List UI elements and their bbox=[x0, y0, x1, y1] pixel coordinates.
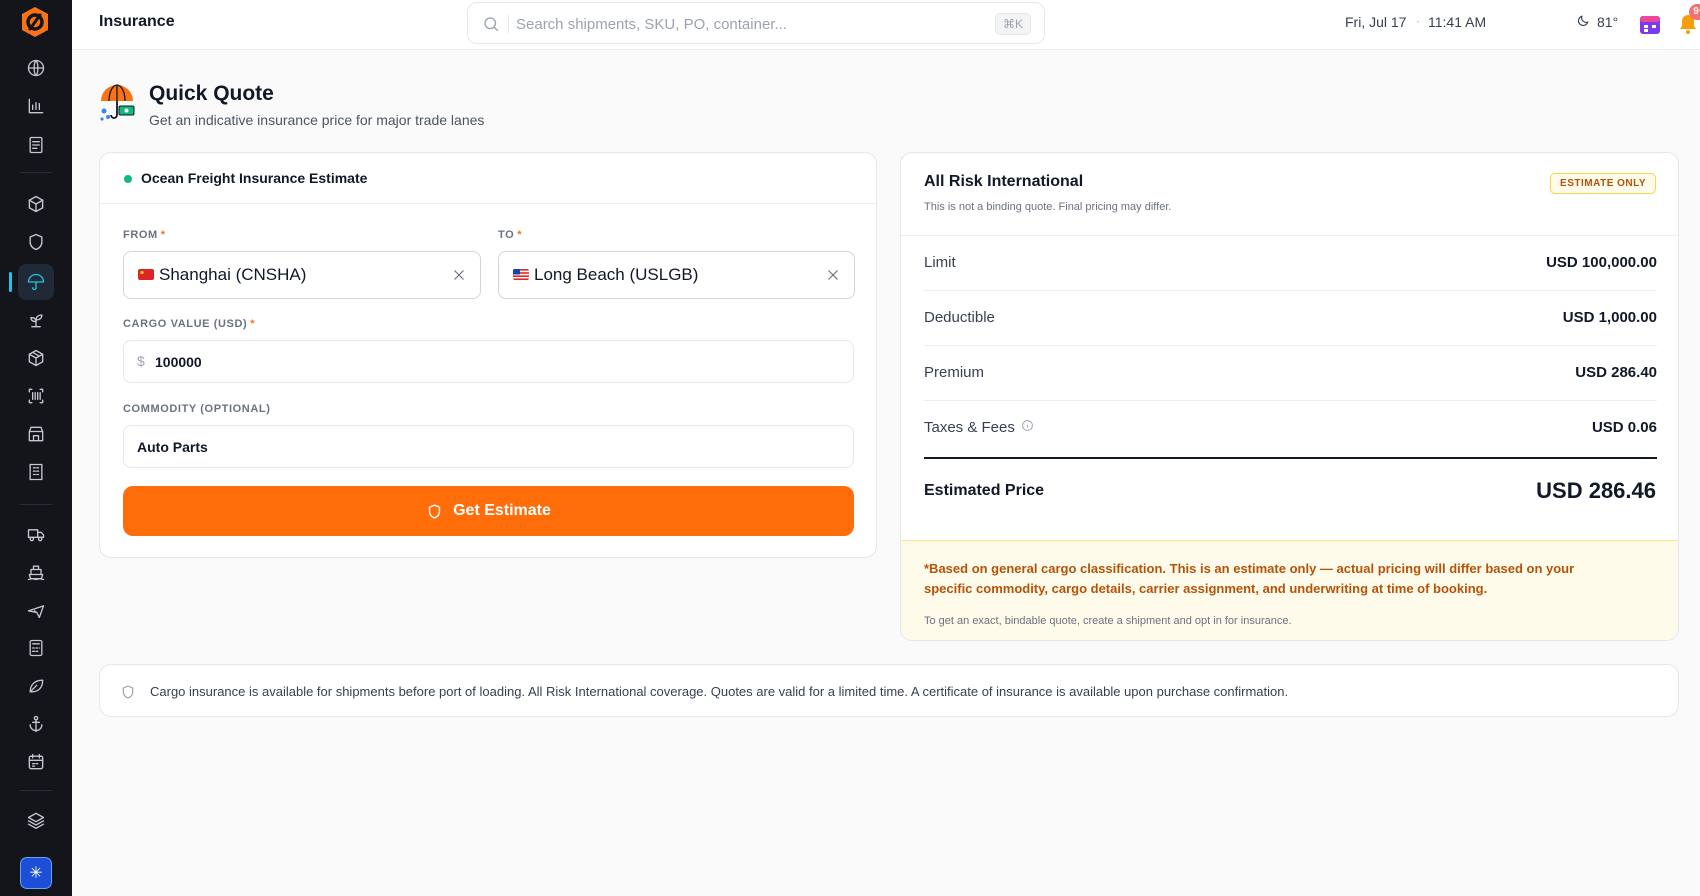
sidebar-item-ship-icon[interactable] bbox=[18, 554, 54, 590]
walmart-spark-icon[interactable]: ✳ bbox=[20, 857, 52, 889]
row-label: Premium bbox=[924, 364, 985, 381]
page-subtitle: Get an indicative insurance price for ma… bbox=[149, 112, 485, 128]
shield-icon bbox=[120, 684, 136, 700]
search-icon bbox=[482, 15, 500, 33]
commodity-input[interactable] bbox=[137, 436, 837, 458]
deductible-row: Deductible USD 1,000.00 bbox=[924, 291, 1657, 346]
global-search[interactable]: ⌘K bbox=[467, 2, 1045, 44]
insurance-umbrella-illustration-icon bbox=[98, 84, 136, 122]
sidebar-item-store-icon[interactable] bbox=[18, 416, 54, 452]
bindable-quote-hint: To get an exact, bindable quote, create … bbox=[924, 615, 1292, 627]
estimate-form-card: Ocean Freight Insurance Estimate FROM * S… bbox=[99, 152, 877, 558]
total-divider bbox=[924, 457, 1657, 459]
search-shortcut-hint: ⌘K bbox=[994, 13, 1031, 35]
topbar: Insurance ⌘K Fri, Jul 17 · 11:41 AM 81° … bbox=[72, 0, 1700, 50]
to-port-select[interactable]: Long Beach (USLGB) bbox=[498, 251, 855, 299]
clear-to-icon[interactable] bbox=[824, 266, 842, 284]
sidebar-item-calculator-icon[interactable] bbox=[18, 630, 54, 666]
taxes-fees-row: Taxes & Fees USD 0.06 bbox=[924, 401, 1657, 456]
china-flag-icon bbox=[138, 269, 154, 280]
sidebar: ✳ bbox=[0, 0, 72, 896]
required-mark: * bbox=[160, 229, 166, 241]
sidebar-item-shield-icon[interactable] bbox=[18, 224, 54, 260]
sidebar-divider bbox=[20, 790, 52, 791]
cargo-value-input[interactable] bbox=[155, 351, 835, 373]
us-flag-icon bbox=[513, 269, 529, 280]
row-label: Taxes & Fees bbox=[924, 419, 1034, 436]
sidebar-item-globe-icon[interactable] bbox=[18, 50, 54, 86]
page-section-title: Insurance bbox=[99, 13, 175, 30]
shield-icon bbox=[428, 503, 441, 519]
sidebar-item-calendar-icon[interactable] bbox=[18, 744, 54, 780]
notification-badge: 9+ bbox=[1689, 4, 1700, 20]
coverage-disclaimer: This is not a binding quote. Final prici… bbox=[924, 201, 1172, 213]
estimate-note: *Based on general cargo classification. … bbox=[901, 540, 1678, 640]
insurance-info-banner: Cargo insurance is available for shipmen… bbox=[99, 664, 1679, 717]
sidebar-item-truck-icon[interactable] bbox=[18, 516, 54, 552]
current-time: 11:41 AM bbox=[1428, 14, 1487, 30]
weather-moon-icon bbox=[1576, 14, 1590, 28]
row-value: USD 1,000.00 bbox=[1562, 309, 1657, 326]
sidebar-item-sprout-icon[interactable] bbox=[18, 302, 54, 338]
required-mark: * bbox=[517, 229, 523, 241]
status-dot bbox=[124, 175, 132, 183]
get-estimate-button[interactable]: Get Estimate bbox=[123, 486, 854, 536]
app-logo-icon[interactable] bbox=[17, 4, 53, 40]
estimate-result-card: All Risk International This is not a bin… bbox=[900, 152, 1679, 641]
page-title: Quick Quote bbox=[149, 82, 274, 105]
form-card-header: Ocean Freight Insurance Estimate bbox=[100, 153, 876, 204]
pricing-warning-text: *Based on general cargo classification. … bbox=[924, 561, 1575, 596]
from-port-select[interactable]: Shanghai (CNSHA) bbox=[123, 251, 481, 299]
sidebar-item-layers-icon[interactable] bbox=[18, 802, 54, 838]
sidebar-item-analytics-icon[interactable] bbox=[18, 88, 54, 124]
row-value: USD 100,000.00 bbox=[1546, 254, 1657, 271]
cargo-value-field[interactable]: $ bbox=[123, 340, 854, 383]
cargo-value-label: CARGO VALUE (USD) * bbox=[123, 318, 256, 330]
sidebar-item-anchor-icon[interactable] bbox=[18, 706, 54, 742]
info-icon[interactable] bbox=[1021, 419, 1034, 436]
search-divider bbox=[508, 15, 509, 33]
coverage-title: All Risk International bbox=[924, 173, 1084, 190]
temperature: 81° bbox=[1597, 14, 1619, 30]
to-label: TO * bbox=[498, 229, 523, 241]
commodity-field[interactable] bbox=[123, 425, 854, 468]
limit-row: Limit USD 100,000.00 bbox=[924, 236, 1657, 291]
from-port-value: Shanghai (CNSHA) bbox=[159, 265, 307, 284]
estimate-only-badge: ESTIMATE ONLY bbox=[1550, 173, 1656, 194]
sidebar-item-buildings-icon[interactable] bbox=[18, 454, 54, 490]
sidebar-item-package-icon[interactable] bbox=[18, 186, 54, 222]
sidebar-item-leaf-icon[interactable] bbox=[18, 668, 54, 704]
row-value: USD 286.40 bbox=[1575, 364, 1657, 381]
banner-text: Cargo insurance is available for shipmen… bbox=[150, 684, 1289, 699]
date-time-separator: · bbox=[1416, 14, 1420, 28]
form-card-title: Ocean Freight Insurance Estimate bbox=[141, 170, 368, 186]
clear-from-icon[interactable] bbox=[450, 266, 468, 284]
sidebar-item-insurance-umbrella-icon[interactable] bbox=[18, 264, 54, 300]
get-estimate-label: Get Estimate bbox=[453, 502, 551, 519]
commodity-label: COMMODITY (OPTIONAL) bbox=[123, 403, 271, 415]
row-label: Limit bbox=[924, 254, 956, 271]
sidebar-item-boxes-icon[interactable] bbox=[18, 340, 54, 376]
premium-row: Premium USD 286.40 bbox=[924, 346, 1657, 401]
active-nav-indicator bbox=[9, 272, 12, 292]
search-input[interactable] bbox=[516, 13, 946, 35]
sidebar-divider bbox=[20, 172, 52, 173]
required-mark: * bbox=[250, 318, 256, 330]
current-date: Fri, Jul 17 bbox=[1345, 14, 1407, 30]
estimated-price-label: Estimated Price bbox=[924, 482, 1045, 499]
to-port-value: Long Beach (USLGB) bbox=[534, 265, 699, 284]
sidebar-divider bbox=[20, 504, 52, 505]
row-label: Deductible bbox=[924, 309, 995, 326]
sidebar-item-documents-icon[interactable] bbox=[18, 127, 54, 163]
row-value: USD 0.06 bbox=[1591, 419, 1657, 436]
calendar-app-icon[interactable] bbox=[1638, 12, 1662, 36]
estimated-price-value: USD 286.46 bbox=[1536, 478, 1656, 503]
taxes-fees-label: Taxes & Fees bbox=[924, 419, 1015, 436]
from-label: FROM * bbox=[123, 229, 166, 241]
sidebar-item-scanner-icon[interactable] bbox=[18, 378, 54, 414]
sidebar-item-plane-icon[interactable] bbox=[18, 592, 54, 628]
currency-symbol: $ bbox=[137, 353, 145, 369]
